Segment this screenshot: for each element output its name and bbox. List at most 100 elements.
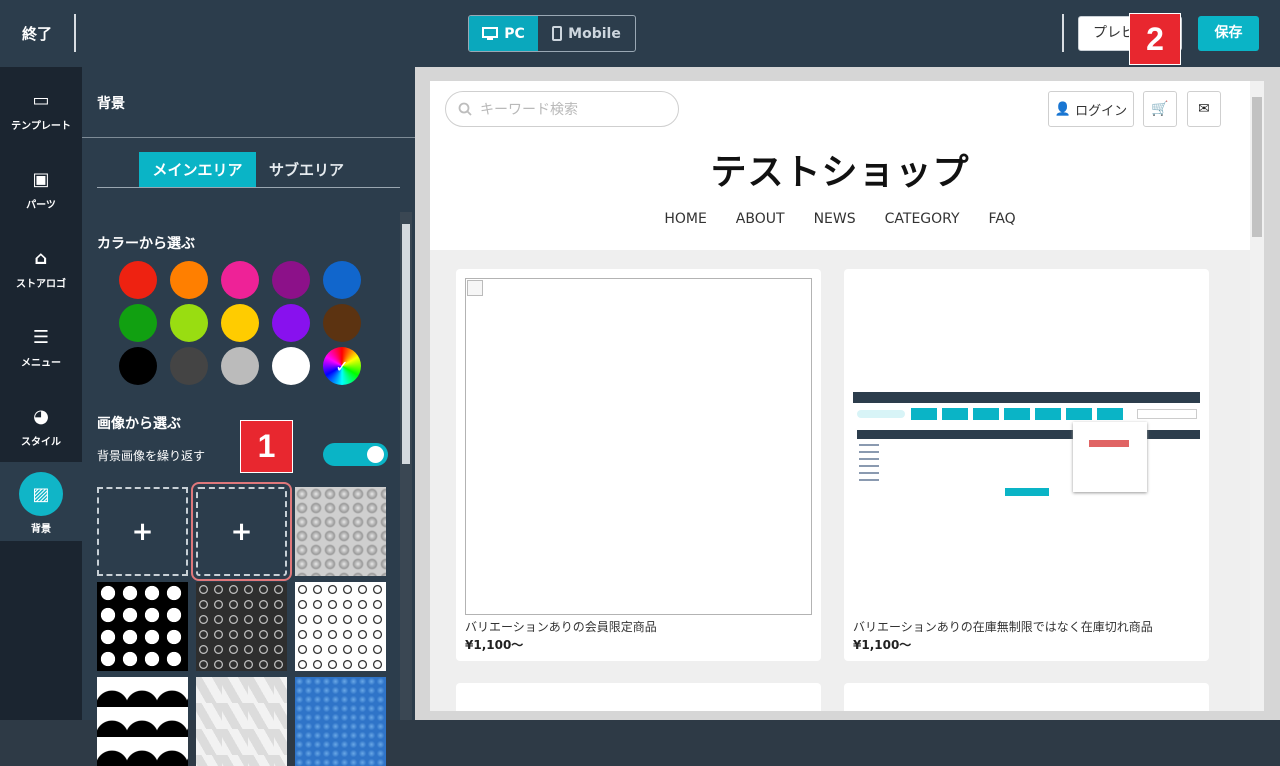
color-swatch-white[interactable] xyxy=(272,347,310,385)
site-menu: HOME ABOUT NEWS CATEGORY FAQ xyxy=(430,211,1250,227)
broken-product-image xyxy=(465,278,812,615)
scrollbar-thumb[interactable] xyxy=(1252,97,1262,237)
repeat-label: 背景画像を繰り返す xyxy=(97,449,206,463)
top-bar: 終了 PC Mobile プレビ 保存 xyxy=(0,0,1280,67)
nav-template[interactable]: ▭ テンプレート xyxy=(0,90,82,133)
nav-style[interactable]: ◕ スタイル xyxy=(0,406,82,449)
search-input[interactable]: キーワード検索 xyxy=(445,91,679,127)
parts-toolbox-icon: ▣ xyxy=(32,169,50,190)
background-stripes-icon: ▨ xyxy=(19,472,63,516)
template-icon: ▭ xyxy=(32,90,50,111)
tab-main-area[interactable]: メインエリア xyxy=(139,152,256,187)
pattern-tile-black-circles[interactable] xyxy=(97,582,188,671)
left-nav: ▭ テンプレート ▣ パーツ ⌂ ストアロゴ ☰ メニュー ◕ スタイル ▨ 背… xyxy=(0,67,82,720)
product-card[interactable]: バリエーションありの在庫無制限ではなく在庫切れ商品 ¥1,100〜 xyxy=(844,269,1209,661)
color-swatch-black[interactable] xyxy=(119,347,157,385)
color-section-title: カラーから選ぶ xyxy=(97,236,195,252)
plus-icon: + xyxy=(131,516,154,547)
color-swatch-lime[interactable] xyxy=(170,304,208,342)
shop-name: テストショップ xyxy=(710,152,970,193)
divider xyxy=(74,14,76,52)
pattern-tile-white-rings[interactable] xyxy=(295,582,386,671)
scrollbar-thumb[interactable] xyxy=(402,224,410,464)
color-swatches: ✓ xyxy=(119,261,369,385)
mobile-view-label: Mobile xyxy=(568,25,621,42)
color-swatch-dark-gray[interactable] xyxy=(170,347,208,385)
color-swatch-green[interactable] xyxy=(119,304,157,342)
image-section-title: 画像から選ぶ xyxy=(97,416,181,432)
pc-view-button[interactable]: PC xyxy=(469,16,538,51)
search-icon xyxy=(458,102,472,116)
color-swatch-purple[interactable] xyxy=(272,261,310,299)
nav-parts-label: パーツ xyxy=(26,200,56,211)
pc-view-label: PC xyxy=(504,25,525,42)
background-image-grid: + + xyxy=(97,482,387,766)
nav-menu[interactable]: ☰ メニュー xyxy=(0,327,82,370)
store-icon: ⌂ xyxy=(34,248,48,269)
cart-button[interactable]: 🛒 xyxy=(1143,91,1177,127)
smartphone-icon xyxy=(552,26,563,41)
preview-scrollbar[interactable] xyxy=(1250,81,1264,711)
color-swatch-brown[interactable] xyxy=(323,304,361,342)
product-name: バリエーションありの在庫無制限ではなく在庫切れ商品 xyxy=(853,620,1153,634)
step-badge-1: 1 xyxy=(240,420,293,473)
custom-color-picker[interactable]: ✓ xyxy=(323,347,361,385)
panel-scrollbar[interactable] xyxy=(400,212,412,720)
menu-item-about[interactable]: ABOUT xyxy=(736,211,785,227)
pattern-tile-white-geometric[interactable] xyxy=(196,677,287,766)
nav-parts[interactable]: ▣ パーツ xyxy=(0,169,82,212)
color-swatch-orange[interactable] xyxy=(170,261,208,299)
broken-image-icon xyxy=(467,280,483,296)
pattern-tile-blue-texture[interactable] xyxy=(295,677,386,766)
background-panel: 背景 メインエリア サブエリア カラーから選ぶ ✓ 画像から選ぶ 背景画像を繰り… xyxy=(82,67,415,766)
palette-icon: ◕ xyxy=(33,406,49,427)
save-button[interactable]: 保存 xyxy=(1198,16,1259,51)
product-card[interactable] xyxy=(456,683,821,711)
product-name: バリエーションありの会員限定商品 xyxy=(465,620,657,634)
user-icon: 👤 xyxy=(1054,101,1072,117)
add-image-button[interactable]: + xyxy=(97,487,188,576)
product-screenshot-image xyxy=(853,392,1200,500)
product-price: ¥1,100〜 xyxy=(465,638,524,652)
pattern-tile-dark-rings[interactable] xyxy=(196,582,287,671)
menu-item-news[interactable]: NEWS xyxy=(814,211,856,227)
device-toggle: PC Mobile xyxy=(468,15,636,52)
monitor-icon xyxy=(482,26,499,40)
nav-store-logo-label: ストアロゴ xyxy=(16,279,66,290)
pattern-tile-bubbles[interactable] xyxy=(295,487,386,576)
site-header: キーワード検索 👤 ログイン 🛒 ✉ テストショップ HOME ABOUT NE… xyxy=(430,81,1250,250)
menu-list-icon: ☰ xyxy=(32,327,50,348)
repeat-toggle[interactable] xyxy=(323,443,388,466)
nav-style-label: スタイル xyxy=(21,437,61,448)
color-swatch-yellow[interactable] xyxy=(221,304,259,342)
color-swatch-red[interactable] xyxy=(119,261,157,299)
menu-item-category[interactable]: CATEGORY xyxy=(885,211,960,227)
product-card[interactable] xyxy=(844,683,1209,711)
divider xyxy=(1062,14,1064,52)
product-card[interactable]: バリエーションありの会員限定商品 ¥1,100〜 xyxy=(456,269,821,661)
toggle-knob xyxy=(367,446,384,463)
cart-icon: 🛒 xyxy=(1151,101,1169,117)
login-label: ログイン xyxy=(1075,103,1128,119)
search-placeholder: キーワード検索 xyxy=(480,102,578,118)
add-image-button-selected[interactable]: + xyxy=(191,482,292,581)
menu-item-faq[interactable]: FAQ xyxy=(989,211,1016,227)
nav-background[interactable]: ▨ 背景 xyxy=(0,462,82,541)
color-swatch-light-gray[interactable] xyxy=(221,347,259,385)
nav-background-label: 背景 xyxy=(31,524,51,535)
login-button[interactable]: 👤 ログイン xyxy=(1048,91,1134,127)
color-swatch-pink[interactable] xyxy=(221,261,259,299)
mobile-view-button[interactable]: Mobile xyxy=(538,16,635,51)
divider xyxy=(82,137,415,138)
nav-template-label: テンプレート xyxy=(11,121,71,132)
preview-area: キーワード検索 👤 ログイン 🛒 ✉ テストショップ HOME ABOUT NE… xyxy=(415,67,1280,720)
color-swatch-violet[interactable] xyxy=(272,304,310,342)
nav-store-logo[interactable]: ⌂ ストアロゴ xyxy=(0,248,82,291)
menu-item-home[interactable]: HOME xyxy=(664,211,706,227)
mail-button[interactable]: ✉ xyxy=(1187,91,1221,127)
tab-sub-area[interactable]: サブエリア xyxy=(256,152,357,187)
exit-button[interactable]: 終了 xyxy=(22,23,52,44)
color-swatch-blue[interactable] xyxy=(323,261,361,299)
pattern-tile-half-circles[interactable] xyxy=(97,677,188,766)
envelope-icon: ✉ xyxy=(1198,101,1210,117)
